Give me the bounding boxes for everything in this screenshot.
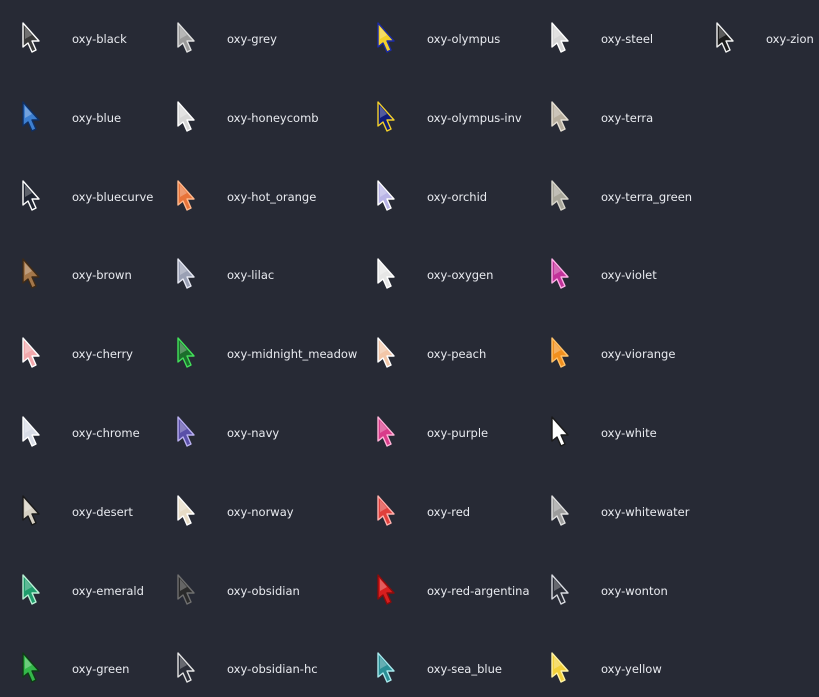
cursor-arrow-icon bbox=[549, 255, 575, 295]
cursor-theme-label: oxy-cherry bbox=[72, 347, 133, 361]
cursor-theme-label: oxy-chrome bbox=[72, 426, 140, 440]
cursor-arrow-icon bbox=[175, 255, 201, 295]
cursor-arrow-icon bbox=[175, 177, 201, 217]
cursor-theme-label: oxy-green bbox=[72, 662, 130, 676]
cursor-theme-label: oxy-bluecurve bbox=[72, 190, 154, 204]
cursor-theme-label: oxy-red-argentina bbox=[427, 584, 530, 598]
cursor-theme-label: oxy-sea_blue bbox=[427, 662, 502, 676]
cursor-theme-label: oxy-blue bbox=[72, 111, 122, 125]
cursor-arrow-icon bbox=[175, 98, 201, 138]
cursor-theme-label: oxy-lilac bbox=[227, 268, 275, 282]
cursor-arrow-icon bbox=[375, 98, 401, 138]
cursor-arrow-icon bbox=[375, 492, 401, 532]
cursor-theme-label: oxy-peach bbox=[427, 347, 487, 361]
cursor-theme-label: oxy-violet bbox=[601, 268, 657, 282]
cursor-arrow-icon bbox=[20, 649, 46, 689]
cursor-arrow-icon bbox=[549, 177, 575, 217]
cursor-arrow-icon bbox=[175, 649, 201, 689]
cursor-theme-label: oxy-brown bbox=[72, 268, 132, 282]
cursor-arrow-icon bbox=[714, 19, 740, 59]
cursor-theme-label: oxy-obsidian bbox=[227, 584, 300, 598]
cursor-arrow-icon bbox=[549, 334, 575, 374]
cursor-theme-label: oxy-oxygen bbox=[427, 268, 494, 282]
cursor-arrow-icon bbox=[20, 177, 46, 217]
cursor-arrow-icon bbox=[375, 571, 401, 611]
cursor-arrow-icon bbox=[375, 413, 401, 453]
cursor-arrow-icon bbox=[375, 649, 401, 689]
cursor-theme-label: oxy-hot_orange bbox=[227, 190, 317, 204]
cursor-arrow-icon bbox=[175, 334, 201, 374]
cursor-theme-label: oxy-emerald bbox=[72, 584, 144, 598]
cursor-arrow-icon bbox=[175, 492, 201, 532]
cursor-theme-label: oxy-desert bbox=[72, 505, 133, 519]
cursor-arrow-icon bbox=[175, 19, 201, 59]
cursor-theme-label: oxy-honeycomb bbox=[227, 111, 319, 125]
cursor-theme-label: oxy-black bbox=[72, 32, 127, 46]
cursor-theme-label: oxy-viorange bbox=[601, 347, 676, 361]
cursor-arrow-icon bbox=[20, 492, 46, 532]
cursor-theme-label: oxy-terra bbox=[601, 111, 654, 125]
cursor-theme-label: oxy-orchid bbox=[427, 190, 488, 204]
cursor-arrow-icon bbox=[549, 19, 575, 59]
cursor-theme-label: oxy-whitewater bbox=[601, 505, 690, 519]
cursor-arrow-icon bbox=[175, 413, 201, 453]
cursor-arrow-icon bbox=[375, 334, 401, 374]
cursor-theme-label: oxy-zion bbox=[766, 32, 814, 46]
cursor-arrow-icon bbox=[375, 19, 401, 59]
cursor-arrow-icon bbox=[175, 571, 201, 611]
cursor-theme-label: oxy-terra_green bbox=[601, 190, 693, 204]
cursor-theme-label: oxy-white bbox=[601, 426, 657, 440]
cursor-theme-label: oxy-purple bbox=[427, 426, 489, 440]
cursor-theme-label: oxy-midnight_meadow bbox=[227, 347, 358, 361]
cursor-arrow-icon bbox=[375, 177, 401, 217]
cursor-theme-label: oxy-wonton bbox=[601, 584, 668, 598]
cursor-theme-grid: oxy-black oxy-blue oxy-bluecurve oxy-brown o… bbox=[0, 0, 819, 697]
cursor-theme-label: oxy-obsidian-hc bbox=[227, 662, 318, 676]
cursor-arrow-icon bbox=[20, 19, 46, 59]
cursor-arrow-icon bbox=[549, 98, 575, 138]
cursor-theme-label: oxy-norway bbox=[227, 505, 294, 519]
cursor-arrow-icon bbox=[549, 571, 575, 611]
cursor-theme-label: oxy-yellow bbox=[601, 662, 662, 676]
cursor-arrow-icon bbox=[375, 255, 401, 295]
cursor-theme-label: oxy-olympus-inv bbox=[427, 111, 522, 125]
cursor-arrow-icon bbox=[20, 98, 46, 138]
cursor-arrow-icon bbox=[20, 255, 46, 295]
cursor-theme-label: oxy-steel bbox=[601, 32, 654, 46]
cursor-theme-label: oxy-navy bbox=[227, 426, 280, 440]
cursor-arrow-icon bbox=[549, 492, 575, 532]
cursor-arrow-icon bbox=[549, 413, 575, 453]
cursor-arrow-icon bbox=[549, 649, 575, 689]
cursor-arrow-icon bbox=[20, 413, 46, 453]
cursor-theme-label: oxy-grey bbox=[227, 32, 277, 46]
cursor-arrow-icon bbox=[20, 571, 46, 611]
cursor-theme-label: oxy-olympus bbox=[427, 32, 501, 46]
cursor-arrow-icon bbox=[20, 334, 46, 374]
cursor-theme-label: oxy-red bbox=[427, 505, 471, 519]
